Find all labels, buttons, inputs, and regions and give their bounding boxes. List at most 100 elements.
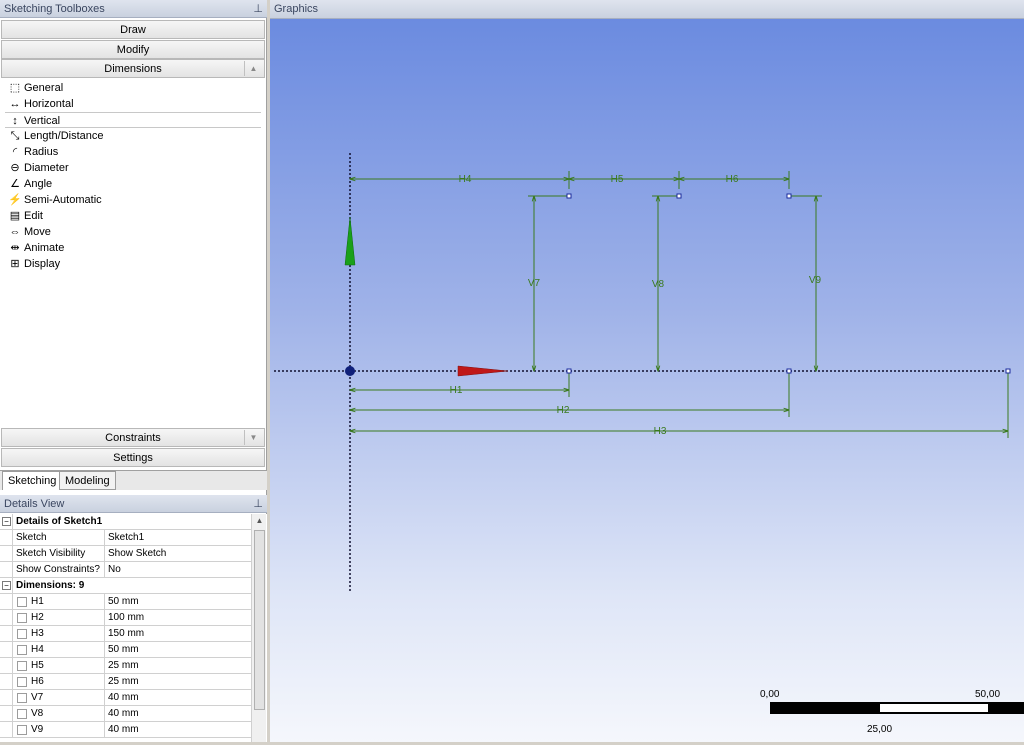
details-row[interactable]: H2 100 mm (0, 610, 251, 626)
parameter-checkbox[interactable] (17, 629, 27, 639)
details-value[interactable]: 100 mm (105, 610, 251, 626)
tool-label: Angle (24, 178, 53, 190)
details-key-text: H1 (31, 596, 44, 607)
group-settings[interactable]: Settings (1, 448, 265, 467)
details-key-text: V7 (31, 692, 44, 703)
dim-label-h2[interactable]: H2 (557, 405, 570, 416)
tool-diameter[interactable]: ⊖ Diameter (1, 160, 265, 176)
details-row[interactable]: V7 40 mm (0, 690, 251, 706)
details-table: ▲ − Details of Sketch1 Sketch Sketch1 Sketch… (0, 514, 267, 742)
tab-modeling[interactable]: Modeling (59, 471, 116, 490)
tool-angle[interactable]: ∠ Angle (1, 176, 265, 192)
sketch-point[interactable] (786, 193, 792, 199)
dim-label-h3[interactable]: H3 (654, 426, 667, 437)
group-constraints[interactable]: Constraints ▼ (1, 428, 265, 447)
parameter-checkbox[interactable] (17, 597, 27, 607)
mode-tabs: Sketching Modeling (0, 470, 267, 490)
group-settings-label: Settings (113, 452, 153, 464)
tool-animate[interactable]: ⇹ Animate (1, 240, 265, 256)
scroll-down-icon[interactable]: ▼ (244, 430, 262, 445)
details-key: H2 (12, 610, 105, 626)
details-row[interactable]: Sketch Visibility Show Sketch (0, 546, 251, 562)
tool-label: Edit (24, 210, 43, 222)
group-modify[interactable]: Modify (1, 40, 265, 59)
details-value[interactable]: 50 mm (105, 594, 251, 610)
sketch-point[interactable] (676, 193, 682, 199)
details-row[interactable]: V8 40 mm (0, 706, 251, 722)
details-row[interactable]: V9 40 mm (0, 722, 251, 738)
sketch-point[interactable] (566, 368, 572, 374)
sketch-point[interactable] (1005, 368, 1011, 374)
parameter-checkbox[interactable] (17, 661, 27, 671)
graphics-viewport[interactable]: H4 H5 H6 V7 V8 V9 H1 H2 H3 0,00 50,00 25… (270, 19, 1024, 742)
details-value[interactable]: 25 mm (105, 658, 251, 674)
origin-point[interactable] (345, 366, 355, 376)
details-value[interactable]: 50 mm (105, 642, 251, 658)
tab-sketching[interactable]: Sketching (2, 471, 63, 490)
details-key: H3 (12, 626, 105, 642)
parameter-checkbox[interactable] (17, 645, 27, 655)
parameter-checkbox[interactable] (17, 693, 27, 703)
details-scrollbar[interactable]: ▲ (251, 514, 266, 742)
details-row[interactable]: H1 50 mm (0, 594, 251, 610)
dim-label-h4[interactable]: H4 (459, 174, 472, 185)
tool-edit[interactable]: ▤ Edit (1, 208, 265, 224)
sketch-point[interactable] (566, 193, 572, 199)
sketch-point[interactable] (786, 368, 792, 374)
y-axis-triad-icon (344, 216, 356, 266)
parameter-checkbox[interactable] (17, 613, 27, 623)
dimension-tool-list: ⬚ General ↔ Horizontal ↕ Vertical ⤡ Length/Dist… (1, 80, 265, 425)
pin-icon[interactable]: ⊥ (253, 2, 263, 15)
tool-label: Vertical (24, 115, 61, 127)
details-key-text: V9 (31, 724, 44, 735)
parameter-checkbox[interactable] (17, 677, 27, 687)
parameter-checkbox[interactable] (17, 709, 27, 719)
details-value[interactable]: No (105, 562, 251, 578)
scrollbar-thumb[interactable] (254, 530, 265, 710)
details-value[interactable]: Sketch1 (105, 530, 251, 546)
dim-label-v8[interactable]: V8 (652, 279, 665, 290)
tool-radius[interactable]: ◜ Radius (1, 144, 265, 160)
details-row[interactable]: Sketch Sketch1 (0, 530, 251, 546)
vertical-dim-icon: ↕ (12, 115, 18, 127)
details-row[interactable]: H3 150 mm (0, 626, 251, 642)
details-value[interactable]: 25 mm (105, 674, 251, 690)
details-row[interactable]: Show Constraints? No (0, 562, 251, 578)
details-key: Show Constraints? (12, 562, 105, 578)
details-value[interactable]: 40 mm (105, 690, 251, 706)
details-section[interactable]: − Dimensions: 9 (0, 578, 251, 594)
tool-semi-automatic[interactable]: ⚡ Semi-Automatic (1, 192, 265, 208)
parameter-checkbox[interactable] (17, 725, 27, 735)
details-value[interactable]: 40 mm (105, 706, 251, 722)
group-dimensions[interactable]: Dimensions ▲ (1, 59, 265, 78)
collapse-icon[interactable]: − (2, 517, 11, 526)
details-row[interactable]: H4 50 mm (0, 642, 251, 658)
dim-label-h6[interactable]: H6 (726, 174, 739, 185)
graphics-title: Graphics (274, 3, 319, 15)
tool-display[interactable]: ⊞ Display (1, 256, 265, 272)
sketch-canvas[interactable]: H4 H5 H6 V7 V8 V9 H1 H2 H3 0,00 50,00 25… (270, 19, 1024, 742)
tool-move[interactable]: ⇔ Move (1, 224, 265, 240)
details-section[interactable]: − Details of Sketch1 (0, 514, 251, 530)
left-panel: Sketching Toolboxes ⊥ Draw Modify Dimens… (0, 0, 267, 742)
details-row[interactable]: H6 25 mm (0, 674, 251, 690)
scroll-up-icon[interactable]: ▲ (244, 61, 262, 76)
collapse-icon[interactable]: − (2, 581, 11, 590)
dim-label-h5[interactable]: H5 (611, 174, 624, 185)
move-icon: ⇔ (9, 226, 21, 238)
details-value[interactable]: 150 mm (105, 626, 251, 642)
details-row[interactable]: H5 25 mm (0, 658, 251, 674)
group-draw[interactable]: Draw (1, 20, 265, 39)
scroll-up-icon[interactable]: ▲ (252, 514, 267, 528)
details-value[interactable]: 40 mm (105, 722, 251, 738)
dim-label-v7[interactable]: V7 (528, 278, 541, 289)
tool-length-distance[interactable]: ⤡ Length/Distance (1, 128, 265, 144)
tool-general[interactable]: ⬚ General (1, 80, 265, 96)
tool-vertical[interactable]: ↕ Vertical (5, 112, 261, 128)
tool-label: Animate (24, 242, 65, 254)
dim-label-h1[interactable]: H1 (450, 385, 463, 396)
tool-horizontal[interactable]: ↔ Horizontal (1, 96, 265, 112)
details-value[interactable]: Show Sketch (105, 546, 251, 562)
pin-icon[interactable]: ⊥ (253, 497, 263, 510)
dim-label-v9[interactable]: V9 (809, 275, 822, 286)
